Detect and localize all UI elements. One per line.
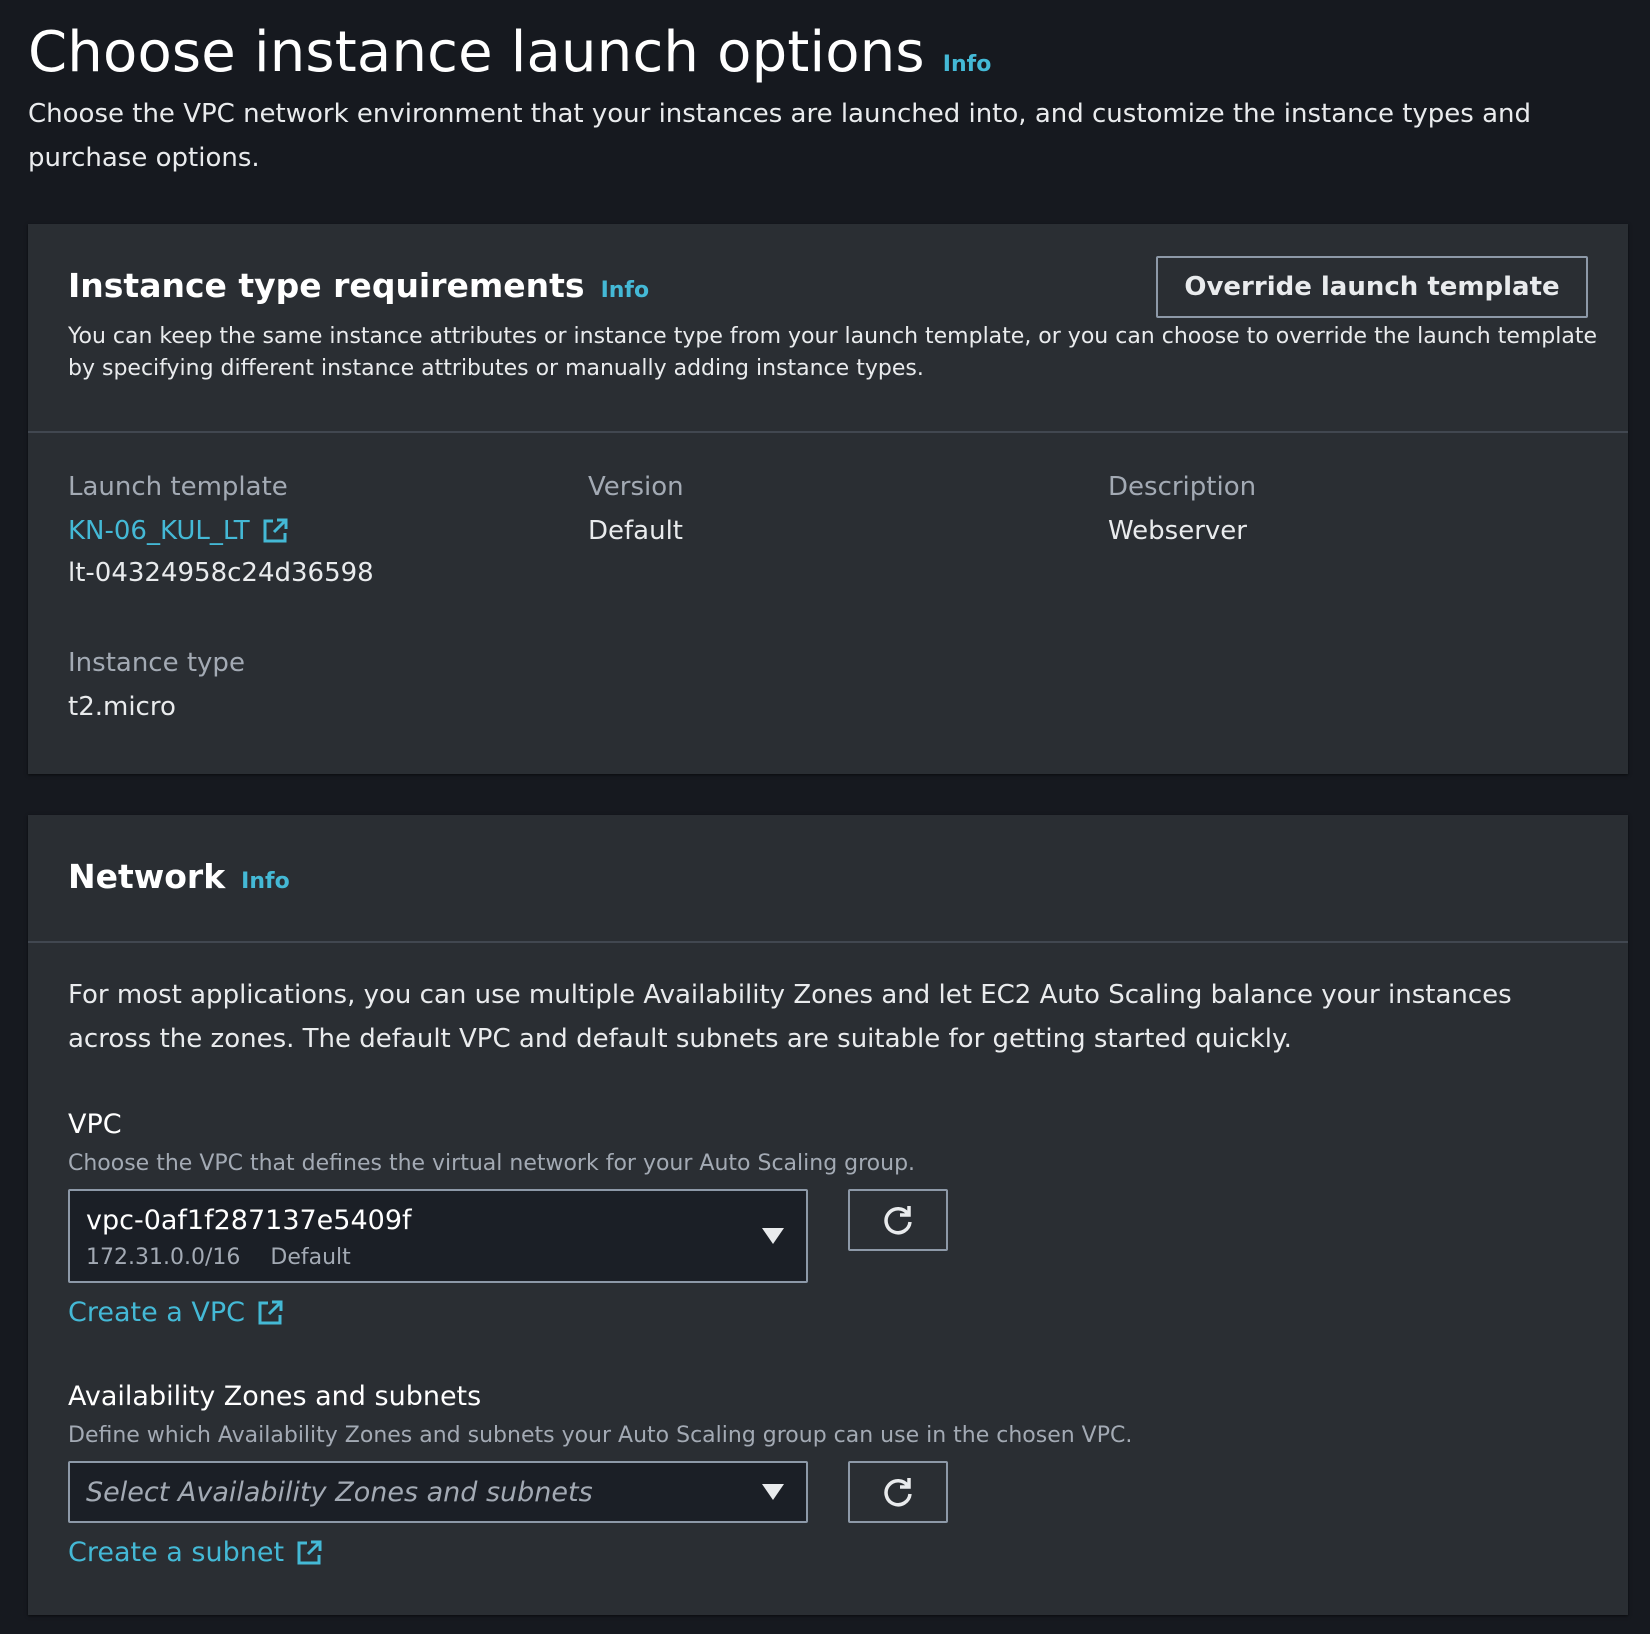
az-placeholder: Select Availability Zones and subnets (86, 1477, 593, 1508)
page-description: Choose the VPC network environment that … (28, 99, 1532, 173)
vpc-label: VPC (68, 1109, 122, 1140)
launch-template-link[interactable]: KN-06_KUL_LT (68, 516, 290, 546)
refresh-icon (884, 1206, 912, 1235)
description-label: Description (1108, 472, 1257, 502)
version-value: Default (588, 516, 683, 546)
version-field: Version Default (588, 472, 684, 546)
create-subnet-link[interactable]: Create a subnet (68, 1537, 324, 1568)
vpc-tag: Default (270, 1245, 351, 1270)
az-subnet-select[interactable]: Select Availability Zones and subnets (68, 1461, 808, 1523)
network-panel: Network Info For most applications, you … (28, 815, 1628, 1615)
az-label: Availability Zones and subnets (68, 1381, 482, 1412)
launch-template-name: KN-06_KUL_LT (68, 516, 250, 546)
instance-type-field: Instance type t2.micro (68, 648, 245, 722)
az-hint: Define which Availability Zones and subn… (68, 1423, 1133, 1448)
launch-template-field: Launch template KN-06_KUL_LT lt-04324958… (68, 472, 374, 588)
vpc-selected-id: vpc-0af1f287137e5409f (86, 1205, 412, 1236)
vpc-cidr: 172.31.0.0/16 (86, 1245, 241, 1270)
instance-requirements-description: You can keep the same instance attribute… (68, 324, 1598, 381)
refresh-subnets-button[interactable] (848, 1461, 948, 1523)
instance-type-label: Instance type (68, 648, 245, 678)
refresh-icon (884, 1478, 912, 1507)
page-title: Choose instance launch options (28, 20, 925, 85)
refresh-vpc-button[interactable] (848, 1189, 948, 1251)
create-subnet-label: Create a subnet (68, 1537, 285, 1568)
divider (28, 941, 1628, 943)
create-vpc-label: Create a VPC (68, 1297, 246, 1328)
page-header: Choose instance launch options Info Choo… (28, 18, 1618, 180)
version-label: Version (588, 472, 684, 502)
vpc-hint: Choose the VPC that defines the virtual … (68, 1151, 916, 1176)
launch-template-label: Launch template (68, 472, 288, 502)
network-title: Network (68, 857, 226, 896)
instance-requirements-title: Instance type requirements (68, 266, 585, 305)
create-vpc-link[interactable]: Create a VPC (68, 1297, 285, 1328)
network-info-link[interactable]: Info (241, 869, 290, 894)
vpc-selected-details: 172.31.0.0/16 Default (86, 1245, 351, 1270)
caret-down-icon (762, 1484, 784, 1500)
external-link-icon (297, 1540, 322, 1564)
network-description: For most applications, you can use multi… (68, 980, 1512, 1054)
instance-type-value: t2.micro (68, 692, 176, 722)
page-info-link[interactable]: Info (943, 52, 992, 77)
external-link-icon (263, 518, 288, 543)
override-launch-template-button[interactable]: Override launch template (1156, 256, 1588, 318)
instance-requirements-panel: Instance type requirements Info You can … (28, 224, 1628, 774)
caret-down-icon (762, 1228, 784, 1244)
description-value: Webserver (1108, 516, 1247, 546)
divider (28, 431, 1628, 433)
external-link-icon (258, 1300, 283, 1324)
vpc-select[interactable]: vpc-0af1f287137e5409f 172.31.0.0/16 Defau… (68, 1189, 808, 1283)
instance-requirements-info-link[interactable]: Info (601, 278, 650, 303)
description-field: Description Webserver (1108, 472, 1256, 546)
launch-template-id: lt-04324958c24d36598 (68, 558, 374, 588)
